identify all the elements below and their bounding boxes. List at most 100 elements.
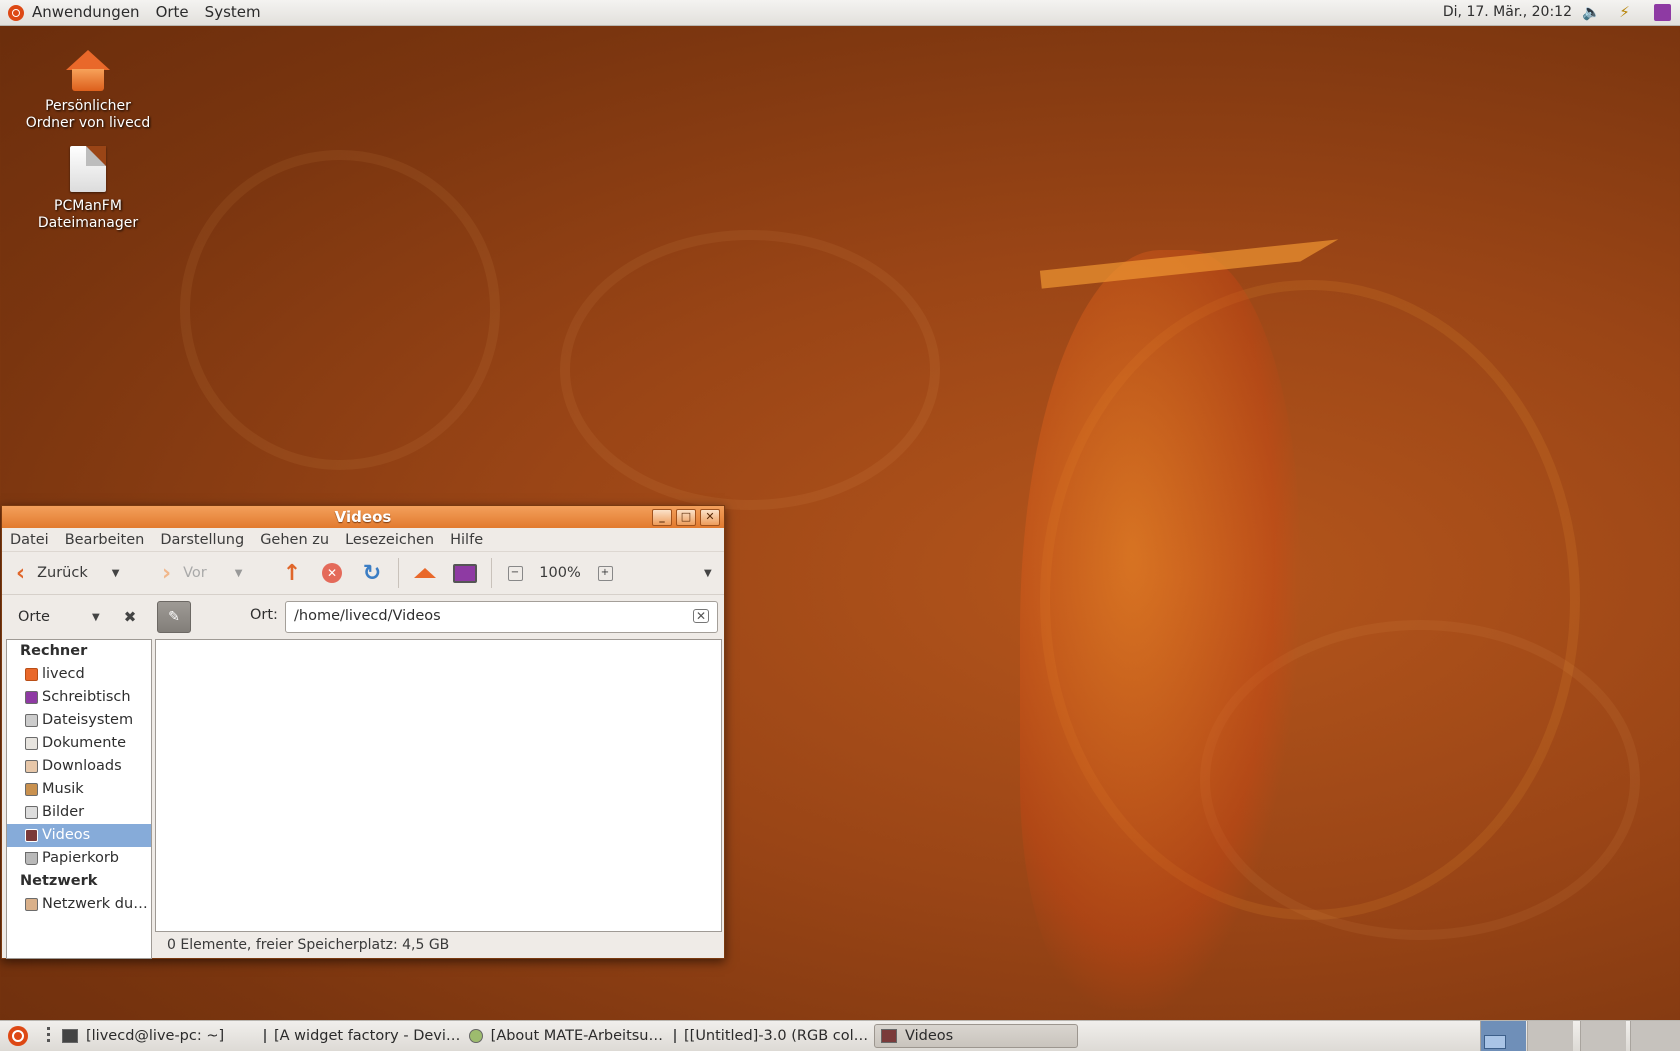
back-button[interactable]: ‹ Zurück ▼ — [16, 555, 146, 591]
reload-icon: ↻ — [362, 560, 382, 586]
menu-bearbeiten[interactable]: Bearbeiten — [57, 532, 153, 548]
up-button[interactable]: ↑ — [272, 555, 312, 591]
gimp-icon — [674, 1029, 676, 1043]
sidebar-item-label: Bilder — [42, 804, 85, 820]
chevron-down-icon[interactable]: ▼ — [92, 612, 100, 623]
bottom-panel: [livecd@live-pc: ~] [A widget factory - … — [0, 1020, 1680, 1051]
mate-icon — [469, 1029, 483, 1043]
computer-button[interactable] — [445, 555, 485, 591]
status-bar: 0 Elemente, freier Speicherplatz: 4,5 GB — [167, 937, 450, 953]
up-arrow-icon: ↑ — [282, 560, 302, 586]
task-label: [About MATE-Arbeitsu… — [490, 1028, 663, 1044]
sidebar-item-label: Dateisystem — [42, 712, 134, 728]
forward-button[interactable]: › Vor ▼ — [162, 555, 272, 591]
desktop-icon-label: Ordner von livecd — [25, 115, 151, 131]
zoom-out-icon: − — [507, 565, 523, 581]
close-sidebar-icon[interactable]: ✖ — [124, 608, 137, 626]
zoom-in-button[interactable]: + — [588, 555, 622, 591]
sidebar-item-papierkorb[interactable]: Papierkorb — [7, 847, 151, 870]
workspace-2[interactable] — [1527, 1021, 1573, 1051]
pencil-icon: ✎ — [168, 609, 180, 625]
zoom-in-icon: + — [597, 565, 613, 581]
sidebar-header: Orte ▼ ✖ — [6, 595, 152, 639]
home-folder-icon — [66, 50, 110, 94]
maximize-button[interactable]: □ — [676, 509, 696, 526]
desktop-icon-label: Dateimanager — [37, 215, 139, 231]
close-button[interactable]: ✕ — [700, 509, 720, 526]
menu-datei[interactable]: Datei — [2, 532, 57, 548]
stop-button[interactable]: ✕ — [312, 555, 352, 591]
sidebar-item-downloads[interactable]: Downloads — [7, 755, 151, 778]
workspace-3[interactable] — [1580, 1021, 1626, 1051]
location-label: Ort: — [250, 607, 278, 623]
music-folder-icon — [25, 783, 38, 796]
menu-gehen-zu[interactable]: Gehen zu — [252, 532, 337, 548]
show-desktop-icon[interactable] — [8, 1026, 28, 1046]
zoom-out-button[interactable]: − — [498, 555, 532, 591]
places-sidebar: Rechner livecd Schreibtisch Dateisystem … — [6, 639, 152, 959]
task-widget-factory[interactable]: [A widget factory - Devi… — [258, 1024, 460, 1048]
ubuntu-logo-icon[interactable] — [8, 4, 24, 21]
sidebar-item-schreibtisch[interactable]: Schreibtisch — [7, 686, 151, 709]
sidebar-item-videos[interactable]: Videos — [7, 824, 151, 847]
sidebar-item-musik[interactable]: Musik — [7, 778, 151, 801]
menu-anwendungen[interactable]: Anwendungen — [24, 0, 148, 25]
location-input[interactable]: /home/livecd/Videos ✕ — [285, 601, 718, 633]
panel-handle-icon[interactable] — [47, 1027, 50, 1045]
file-view[interactable] — [155, 639, 722, 932]
sidebar-item-label: Papierkorb — [42, 850, 120, 866]
edit-location-button[interactable]: ✎ — [157, 601, 191, 633]
chevron-down-icon[interactable]: ▼ — [235, 568, 243, 579]
volume-icon[interactable]: 🔈 — [1582, 4, 1601, 21]
minimize-button[interactable]: _ — [652, 509, 672, 526]
desktop-icon-home[interactable]: Persönlicher Ordner von livecd — [13, 50, 163, 132]
chevron-down-icon[interactable]: ▼ — [112, 568, 120, 579]
task-gimp[interactable]: [[Untitled]-3.0 (RGB col… — [668, 1024, 868, 1048]
workspace-4[interactable] — [1630, 1021, 1680, 1051]
network-icon[interactable]: ⚡ — [1616, 4, 1633, 21]
sidebar-item-dokumente[interactable]: Dokumente — [7, 732, 151, 755]
sidebar-item-bilder[interactable]: Bilder — [7, 801, 151, 824]
wallpaper-swirl — [180, 150, 500, 470]
network-folder-icon — [25, 898, 38, 911]
window-menubar: Datei Bearbeiten Darstellung Gehen zu Le… — [2, 528, 724, 552]
sidebar-item-livecd[interactable]: livecd — [7, 663, 151, 686]
desktop-icon-label: PCManFM — [54, 198, 122, 214]
window-icon — [264, 1029, 266, 1043]
wallpaper-bird — [1020, 250, 1300, 1010]
sidebar-item-dateisystem[interactable]: Dateisystem — [7, 709, 151, 732]
menu-hilfe[interactable]: Hilfe — [442, 532, 491, 548]
videos-folder-icon — [881, 1029, 897, 1043]
sidebar-item-label: Schreibtisch — [42, 689, 131, 705]
menu-system[interactable]: System — [197, 0, 269, 25]
workspace-1[interactable] — [1480, 1021, 1526, 1051]
stop-icon: ✕ — [322, 563, 342, 583]
desktop-icon[interactable] — [1654, 4, 1671, 21]
home-button[interactable] — [405, 555, 445, 591]
desktop-icon-pcmanfm[interactable]: PCManFM Dateimanager — [13, 146, 163, 232]
task-about-mate[interactable]: [About MATE-Arbeitsu… — [463, 1024, 663, 1048]
documents-folder-icon — [25, 737, 38, 750]
menu-lesezeichen[interactable]: Lesezeichen — [337, 532, 442, 548]
sidebar-selector[interactable]: Orte — [18, 609, 50, 625]
location-value: /home/livecd/Videos — [294, 608, 441, 624]
videos-folder-icon — [25, 829, 38, 842]
desktop-icon-label: Persönlicher — [45, 98, 131, 114]
top-panel: Anwendungen Orte System Di, 17. Mär., 20… — [0, 0, 1680, 26]
terminal-icon — [62, 1029, 78, 1043]
panel-clock[interactable]: Di, 17. Mär., 20:12 — [1443, 0, 1572, 25]
home-icon — [25, 668, 38, 681]
file-icon — [70, 146, 106, 192]
sidebar-item-netzwerk[interactable]: Netzwerk du… — [7, 893, 151, 916]
clear-location-icon[interactable]: ✕ — [692, 609, 709, 623]
menu-darstellung[interactable]: Darstellung — [152, 532, 252, 548]
window-titlebar[interactable]: Videos _ □ ✕ — [2, 506, 724, 528]
sidebar-item-label: Downloads — [42, 758, 122, 774]
menu-orte[interactable]: Orte — [148, 0, 197, 25]
reload-button[interactable]: ↻ — [352, 555, 392, 591]
task-videos[interactable]: Videos — [874, 1024, 1078, 1048]
task-terminal[interactable]: [livecd@live-pc: ~] — [56, 1024, 252, 1048]
toolbar-overflow-icon[interactable]: ▼ — [704, 568, 712, 579]
task-label: Videos — [905, 1028, 954, 1044]
desktop-icon — [25, 691, 38, 704]
